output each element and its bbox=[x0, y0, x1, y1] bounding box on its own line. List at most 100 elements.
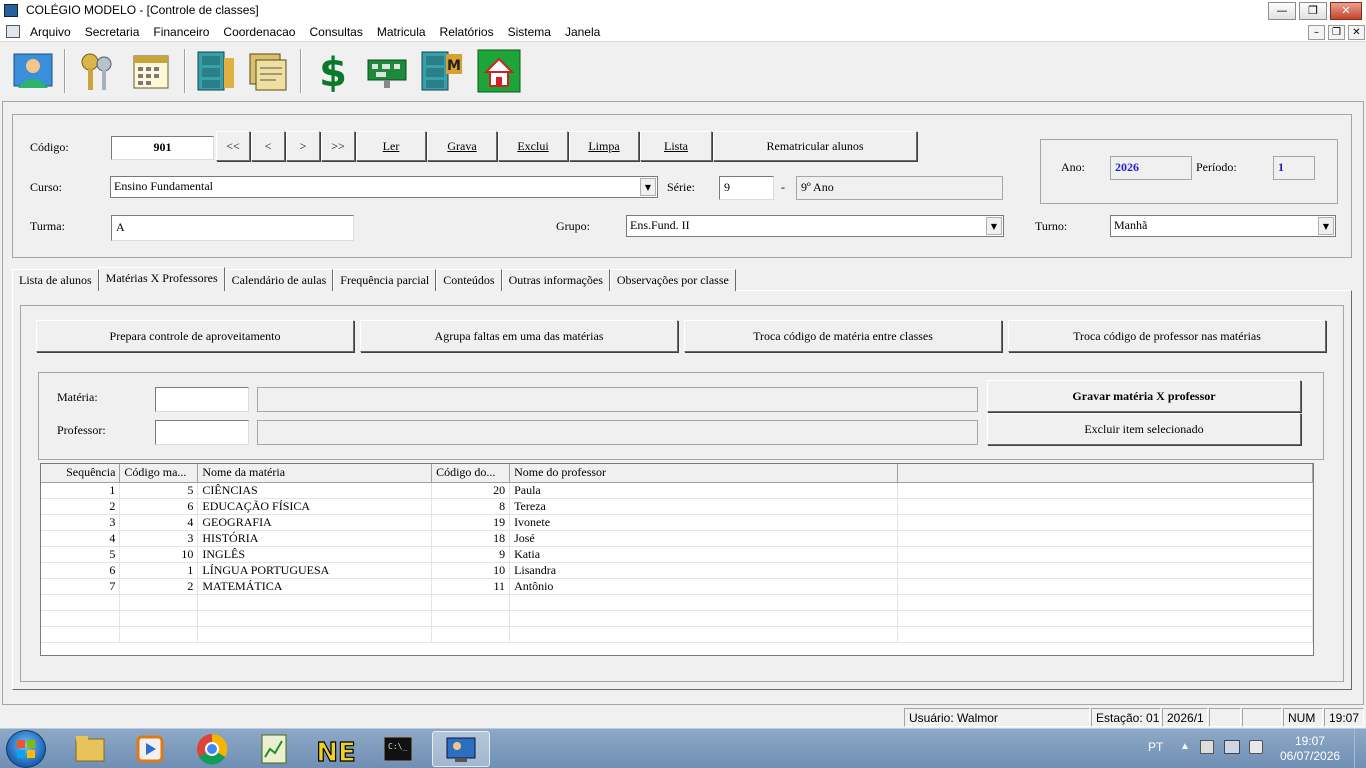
child-minimize-button[interactable]: – bbox=[1308, 25, 1325, 40]
media-player-icon[interactable] bbox=[122, 731, 178, 767]
column-header-nome-materia[interactable]: Nome da matéria bbox=[197, 464, 433, 483]
prepara-controle-button[interactable]: Prepara controle de aproveitamento bbox=[36, 320, 354, 352]
tab-materias-professores[interactable]: Matérias X Professores bbox=[98, 267, 225, 291]
ler-button[interactable]: Ler bbox=[356, 131, 426, 161]
table-row[interactable]: 5 10 INGLÊS 9 Katia bbox=[41, 546, 1313, 563]
menu-relatorios[interactable]: Relatórios bbox=[440, 25, 494, 39]
child-close-button[interactable]: ✕ bbox=[1348, 25, 1365, 40]
chrome-icon[interactable] bbox=[184, 731, 240, 767]
menu-arquivo[interactable]: Arquivo bbox=[30, 25, 71, 39]
ne-app-icon[interactable]: NE bbox=[308, 731, 364, 768]
table-row[interactable]: 7 2 MATEMÁTICA 11 Antônio bbox=[41, 578, 1313, 595]
user-icon[interactable] bbox=[10, 48, 56, 94]
table-row[interactable]: 6 1 LÍNGUA PORTUGUESA 10 Lisandra bbox=[41, 562, 1313, 579]
menu-matricula[interactable]: Matricula bbox=[377, 25, 426, 39]
minimize-button[interactable]: — bbox=[1268, 2, 1296, 20]
last-record-button[interactable]: >> bbox=[321, 131, 355, 161]
menu-secretaria[interactable]: Secretaria bbox=[85, 25, 140, 39]
codigo-input[interactable]: 901 bbox=[111, 136, 214, 160]
table-row[interactable]: 3 4 GEOGRAFIA 19 Ivonete bbox=[41, 514, 1313, 531]
action-center-flag-icon[interactable] bbox=[1200, 740, 1214, 754]
column-header-codigo-materia[interactable]: Código ma... bbox=[119, 464, 199, 483]
menu-janela[interactable]: Janela bbox=[565, 25, 600, 39]
cell-empty bbox=[897, 578, 1313, 595]
column-header-sequencia[interactable]: Sequência bbox=[41, 464, 121, 483]
system-clock[interactable]: 19:07 06/07/2026 bbox=[1280, 734, 1340, 764]
cell-empty bbox=[897, 546, 1313, 563]
chevron-down-icon[interactable]: ▼ bbox=[1318, 217, 1334, 235]
tab-outras-informacoes[interactable]: Outras informações bbox=[501, 269, 610, 291]
grava-button[interactable]: Grava bbox=[427, 131, 497, 161]
materia-code-input[interactable] bbox=[155, 387, 249, 412]
materia-label: Matéria: bbox=[57, 390, 98, 404]
column-header-nome-professor[interactable]: Nome do professor bbox=[509, 464, 899, 483]
tab-observacoes-classe[interactable]: Observações por classe bbox=[609, 269, 736, 291]
cell-nome-materia: EDUCAÇÃO FÍSICA bbox=[197, 498, 433, 515]
chevron-down-icon[interactable]: ▼ bbox=[986, 217, 1002, 235]
tab-conteudos[interactable]: Conteúdos bbox=[436, 269, 502, 291]
dollar-icon[interactable]: $ bbox=[310, 48, 356, 96]
curso-select[interactable]: Ensino Fundamental ▼ bbox=[110, 176, 658, 198]
cell-nome-materia: LÍNGUA PORTUGUESA bbox=[197, 562, 433, 579]
gravar-materia-professor-button[interactable]: Gravar matéria X professor bbox=[987, 380, 1301, 412]
keys-icon[interactable] bbox=[74, 48, 120, 94]
table-row[interactable] bbox=[41, 594, 1313, 611]
restore-button[interactable]: ❐ bbox=[1299, 2, 1327, 20]
agrupa-faltas-button[interactable]: Agrupa faltas em uma das matérias bbox=[360, 320, 678, 352]
explorer-icon[interactable] bbox=[62, 731, 118, 767]
child-window-icon[interactable] bbox=[6, 25, 20, 38]
column-header-codigo-professor[interactable]: Código do... bbox=[431, 464, 511, 483]
menu-consultas[interactable]: Consultas bbox=[309, 25, 362, 39]
tray-chevron-up-icon[interactable]: ▲ bbox=[1180, 741, 1190, 752]
start-button[interactable] bbox=[6, 730, 46, 768]
volume-muted-icon[interactable] bbox=[1249, 740, 1263, 754]
next-record-button[interactable]: > bbox=[286, 131, 320, 161]
limpa-button[interactable]: Limpa bbox=[569, 131, 639, 161]
grupo-select[interactable]: Ens.Fund. II ▼ bbox=[626, 215, 1004, 237]
exclui-button[interactable]: Exclui bbox=[498, 131, 568, 161]
excluir-item-button[interactable]: Excluir item selecionado bbox=[987, 413, 1301, 445]
first-record-button[interactable]: << bbox=[216, 131, 250, 161]
language-indicator[interactable]: PT bbox=[1148, 740, 1163, 754]
table-row[interactable] bbox=[41, 610, 1313, 627]
toolbar: $ M bbox=[0, 43, 1366, 101]
turno-select[interactable]: Manhã ▼ bbox=[1110, 215, 1336, 237]
cell-nome-professor: Ivonete bbox=[509, 514, 899, 531]
circuit-board-icon[interactable] bbox=[364, 48, 410, 94]
colegio-modelo-taskbar-icon[interactable] bbox=[432, 731, 490, 767]
network-icon[interactable] bbox=[1224, 740, 1240, 754]
table-row[interactable] bbox=[41, 626, 1313, 643]
tab-calendario-aulas[interactable]: Calendário de aulas bbox=[224, 269, 334, 291]
previous-record-button[interactable]: < bbox=[251, 131, 285, 161]
documents-icon[interactable] bbox=[246, 48, 292, 94]
chevron-down-icon[interactable]: ▼ bbox=[640, 178, 656, 196]
troca-materia-button[interactable]: Troca código de matéria entre classes bbox=[684, 320, 1002, 352]
table-row[interactable]: 4 3 HISTÓRIA 18 José bbox=[41, 530, 1313, 547]
chart-editor-icon[interactable] bbox=[246, 731, 302, 767]
show-desktop-button[interactable] bbox=[1354, 729, 1366, 768]
serie-input[interactable]: 9 bbox=[719, 176, 774, 200]
cell-sequencia: 5 bbox=[41, 546, 121, 563]
close-button[interactable]: ✕ bbox=[1330, 2, 1362, 20]
filing-cabinet-m-icon[interactable]: M bbox=[418, 48, 464, 94]
menu-coordenacao[interactable]: Coordenacao bbox=[223, 25, 295, 39]
turma-input[interactable]: A bbox=[111, 215, 354, 241]
filing-cabinet-icon[interactable] bbox=[192, 48, 238, 94]
window-title: COLÉGIO MODELO - [Controle de classes] bbox=[26, 3, 259, 17]
materias-professores-grid[interactable]: Sequência Código ma... Nome da matéria C… bbox=[40, 463, 1314, 656]
rematricular-button[interactable]: Rematricular alunos bbox=[713, 131, 917, 161]
menu-financeiro[interactable]: Financeiro bbox=[153, 25, 209, 39]
troca-professor-button[interactable]: Troca código de professor nas matérias bbox=[1008, 320, 1326, 352]
table-row[interactable]: 2 6 EDUCAÇÃO FÍSICA 8 Tereza bbox=[41, 498, 1313, 515]
command-prompt-icon[interactable]: C:\_ bbox=[370, 731, 426, 767]
professor-code-input[interactable] bbox=[155, 420, 249, 445]
tab-lista-alunos[interactable]: Lista de alunos bbox=[12, 269, 99, 291]
menu-sistema[interactable]: Sistema bbox=[508, 25, 551, 39]
lista-button[interactable]: Lista bbox=[640, 131, 712, 161]
table-row[interactable]: 1 5 CIÊNCIAS 20 Paula bbox=[41, 482, 1313, 499]
home-icon[interactable] bbox=[476, 48, 522, 94]
tab-frequencia-parcial[interactable]: Frequência parcial bbox=[333, 269, 437, 291]
child-restore-button[interactable]: ❐ bbox=[1328, 25, 1345, 40]
calendar-icon[interactable] bbox=[128, 48, 174, 94]
cell-empty bbox=[897, 530, 1313, 547]
